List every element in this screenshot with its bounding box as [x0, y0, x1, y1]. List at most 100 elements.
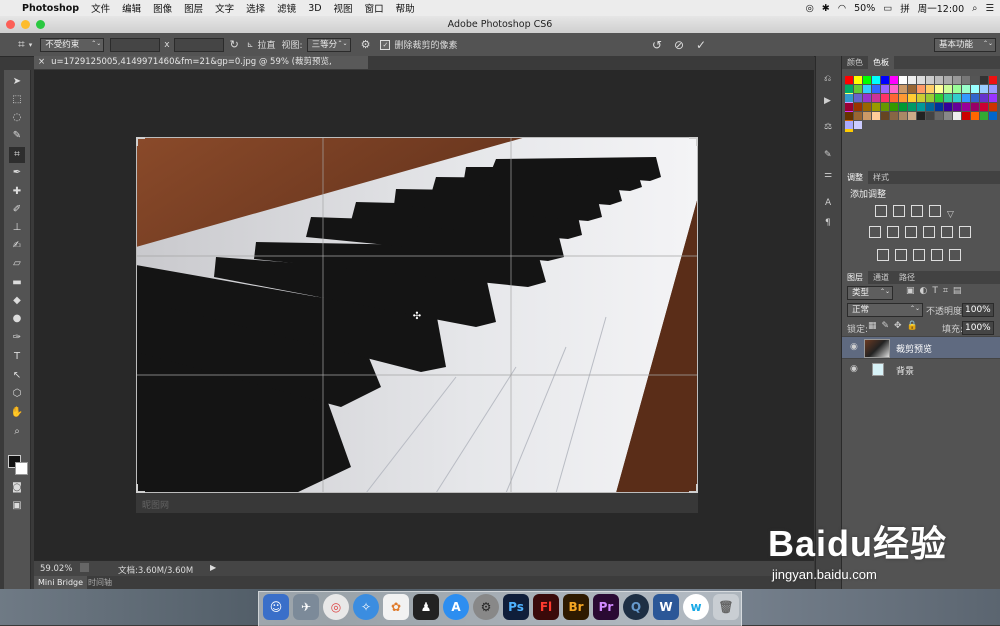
color-swatch[interactable] — [899, 76, 907, 84]
width-input[interactable] — [110, 37, 161, 52]
qq-icon[interactable]: ♟ — [413, 594, 439, 620]
minimize-window-icon[interactable] — [21, 20, 30, 29]
zoom-window-icon[interactable] — [36, 20, 45, 29]
color-swatch[interactable] — [989, 94, 997, 102]
color-swatch[interactable] — [989, 112, 997, 120]
color-swatch[interactable] — [872, 112, 880, 120]
bridge-dock-icon[interactable]: Br — [563, 594, 589, 620]
color-swatch[interactable] — [899, 103, 907, 111]
zoom-tool-icon[interactable]: ⌕ — [9, 424, 25, 440]
color-swatch[interactable] — [926, 85, 934, 93]
color-swatch[interactable] — [989, 85, 997, 93]
tab-timeline[interactable]: 时间轴 — [88, 576, 112, 589]
crop-tool-preset-icon[interactable]: ⌗ — [18, 37, 25, 52]
menu-3d[interactable]: 3D — [308, 3, 321, 14]
color-swatch[interactable] — [872, 103, 880, 111]
paragraph-panel-icon[interactable]: ¶ — [825, 218, 831, 228]
color-swatch[interactable] — [980, 85, 988, 93]
color-swatch[interactable] — [962, 94, 970, 102]
export-icon[interactable] — [80, 563, 89, 572]
color-swatch[interactable] — [881, 103, 889, 111]
chevron-down-icon[interactable]: ▾ — [29, 41, 33, 49]
color-swatch[interactable] — [854, 94, 862, 102]
wifi-icon[interactable]: ◠ — [838, 3, 846, 14]
shape-tool-icon[interactable]: ⬡ — [9, 386, 25, 402]
invert-icon[interactable] — [877, 249, 889, 261]
app-menu[interactable]: Photoshop — [22, 3, 79, 14]
quick-select-tool-icon[interactable]: ✎ — [9, 128, 25, 144]
view-select[interactable]: 三等分 — [306, 37, 351, 52]
color-swatch[interactable] — [917, 112, 925, 120]
color-swatch[interactable] — [890, 85, 898, 93]
word-icon[interactable]: W — [653, 594, 679, 620]
color-swatch[interactable] — [845, 103, 853, 111]
safari-icon[interactable]: ✧ — [353, 594, 379, 620]
color-swatch[interactable] — [926, 112, 934, 120]
color-swatch[interactable] — [854, 85, 862, 93]
tab-layers[interactable]: 图层 — [842, 271, 868, 284]
brightness-icon[interactable] — [875, 205, 887, 217]
layer-row-background[interactable]: ◉ 背景 — [842, 358, 1000, 380]
clone-source-panel-icon[interactable]: ⚌ — [824, 170, 832, 180]
threshold-icon[interactable] — [913, 249, 925, 261]
color-swatch[interactable] — [935, 94, 943, 102]
lasso-tool-icon[interactable]: ◌ — [9, 110, 25, 126]
fill-input[interactable]: 100% — [962, 321, 994, 335]
menu-help[interactable]: 帮助 — [396, 1, 415, 15]
color-swatch[interactable] — [917, 85, 925, 93]
properties-panel-icon[interactable]: ⚖ — [824, 122, 832, 132]
history-panel-icon[interactable]: ⎌ — [824, 74, 831, 84]
color-swatch[interactable] — [890, 112, 898, 120]
blend-mode-select[interactable]: 正常 — [847, 303, 923, 317]
color-swatch[interactable] — [863, 94, 871, 102]
color-swatch[interactable] — [980, 94, 988, 102]
color-swatch[interactable] — [971, 85, 979, 93]
color-swatch[interactable] — [863, 112, 871, 120]
color-swatch[interactable] — [953, 85, 961, 93]
color-swatch[interactable] — [908, 85, 916, 93]
input-method-icon[interactable]: 拼 — [900, 1, 910, 15]
quick-mask-icon[interactable]: ◙ — [9, 480, 25, 496]
wunderlist-icon[interactable]: w — [683, 594, 709, 620]
color-swatch[interactable] — [854, 121, 862, 129]
menu-window[interactable]: 窗口 — [365, 1, 384, 15]
eyedropper-tool-icon[interactable]: ✒ — [9, 165, 25, 181]
color-swatch[interactable] — [881, 76, 889, 84]
background-color-swatch[interactable] — [15, 462, 28, 475]
posterize-icon[interactable] — [895, 249, 907, 261]
tab-swatches[interactable]: 色板 — [868, 56, 894, 69]
brush-tool-icon[interactable]: ✐ — [9, 202, 25, 218]
blur-tool-icon[interactable]: ◆ — [9, 293, 25, 309]
color-swatch[interactable] — [845, 94, 853, 102]
color-swatch[interactable] — [953, 112, 961, 120]
menu-edit[interactable]: 编辑 — [122, 1, 141, 15]
gradient-map-icon[interactable] — [931, 249, 943, 261]
color-swatch[interactable] — [926, 76, 934, 84]
menu-view[interactable]: 视图 — [334, 1, 353, 15]
color-swatch[interactable] — [971, 103, 979, 111]
straighten-label[interactable]: 拉直 — [258, 38, 276, 51]
layer-filter-icons[interactable]: ▣◐T⌗▤ — [906, 286, 966, 296]
status-menu-arrow-icon[interactable]: ▶ — [210, 563, 216, 572]
tab-color[interactable]: 颜色 — [842, 56, 868, 69]
system-preferences-icon[interactable]: ⚙ — [473, 594, 499, 620]
close-window-icon[interactable] — [6, 20, 15, 29]
zoom-level[interactable]: 59.02% — [40, 564, 72, 574]
settings-gear-icon[interactable]: ⚙ — [361, 38, 371, 51]
layer-visibility-eye-icon[interactable]: ◉ — [850, 364, 858, 374]
hand-tool-icon[interactable]: ✋ — [9, 405, 25, 421]
document-tab[interactable]: × u=1729125005,4149971460&fm=21&gp=0.jpg … — [34, 56, 368, 80]
history-brush-tool-icon[interactable]: ✍ — [9, 238, 25, 254]
color-swatch[interactable] — [845, 121, 853, 129]
quicktime-icon[interactable]: Q — [623, 594, 649, 620]
color-swatch[interactable] — [890, 76, 898, 84]
color-swatch[interactable] — [980, 112, 988, 120]
gradient-tool-icon[interactable]: ▬ — [9, 275, 25, 291]
color-swatch[interactable] — [935, 103, 943, 111]
menu-layer[interactable]: 图层 — [184, 1, 203, 15]
lock-icons[interactable]: ▦✎✥🔒 — [868, 321, 923, 331]
tab-mini-bridge[interactable]: Mini Bridge — [34, 576, 88, 589]
color-swatch[interactable] — [845, 85, 853, 93]
color-balance-icon[interactable] — [887, 226, 899, 238]
swap-icon[interactable]: ↻ — [230, 38, 239, 51]
